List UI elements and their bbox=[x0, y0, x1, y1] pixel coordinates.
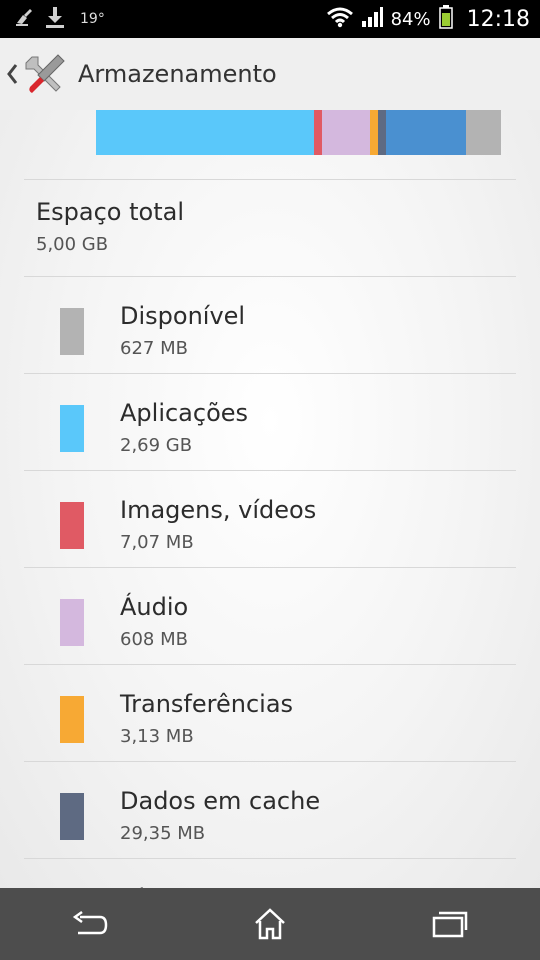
item-name: Áudio bbox=[120, 593, 189, 621]
total-space-label: Espaço total bbox=[36, 198, 184, 226]
usage-segment bbox=[465, 110, 501, 155]
item-name: Dados em cache bbox=[120, 787, 321, 815]
usage-segment bbox=[96, 110, 314, 155]
total-space-value: 5,00 GB bbox=[36, 234, 109, 255]
storage-item-dados-cache[interactable]: Dados em cache 29,35 MB bbox=[0, 762, 540, 858]
item-name: Transferências bbox=[120, 690, 294, 718]
storage-item-imagens-videos[interactable]: Imagens, vídeos 7,07 MB bbox=[0, 471, 540, 567]
color-swatch bbox=[60, 599, 84, 646]
divider bbox=[24, 179, 516, 180]
cleaner-icon bbox=[14, 7, 34, 31]
item-name: Aplicações bbox=[120, 399, 249, 427]
storage-item-diversos[interactable]: Di bbox=[0, 859, 540, 888]
status-left: 19° bbox=[14, 6, 105, 32]
status-bar: 19° 84% 12:18 bbox=[0, 0, 540, 38]
storage-item-audio[interactable]: Áudio 608 MB bbox=[0, 568, 540, 664]
battery-percent: 84% bbox=[390, 8, 431, 30]
usage-segment bbox=[321, 110, 371, 155]
usage-segment bbox=[386, 110, 466, 155]
tools-icon[interactable] bbox=[22, 51, 68, 97]
item-size: 627 MB bbox=[120, 338, 188, 359]
recents-icon[interactable] bbox=[420, 899, 480, 949]
color-swatch bbox=[60, 308, 84, 355]
storage-list[interactable]: Espaço total 5,00 GB Disponível 627 MB A… bbox=[0, 110, 540, 888]
storage-item-disponivel[interactable]: Disponível 627 MB bbox=[0, 277, 540, 373]
storage-usage-bar bbox=[96, 110, 501, 155]
status-right: 84% 12:18 bbox=[326, 4, 530, 34]
total-space-item: Espaço total 5,00 GB bbox=[36, 198, 184, 255]
usage-segment bbox=[378, 110, 387, 155]
page-title: Armazenamento bbox=[78, 60, 277, 88]
download-icon bbox=[44, 5, 66, 33]
clock: 12:18 bbox=[466, 6, 530, 32]
color-swatch bbox=[60, 793, 84, 840]
back-icon[interactable] bbox=[60, 899, 120, 949]
item-size: 7,07 MB bbox=[120, 532, 194, 553]
item-size: 29,35 MB bbox=[120, 823, 206, 844]
item-name: Imagens, vídeos bbox=[120, 496, 317, 524]
battery-icon bbox=[438, 5, 453, 33]
item-size: 3,13 MB bbox=[120, 726, 194, 747]
storage-item-transferencias[interactable]: Transferências 3,13 MB bbox=[0, 665, 540, 761]
usage-segment bbox=[370, 110, 379, 155]
item-size: 2,69 GB bbox=[120, 435, 193, 456]
usage-segment bbox=[313, 110, 322, 155]
signal-icon bbox=[361, 6, 383, 32]
item-name: Disponível bbox=[120, 302, 246, 330]
item-size: 608 MB bbox=[120, 629, 188, 650]
navigation-bar bbox=[0, 888, 540, 960]
temperature-text: 19° bbox=[80, 11, 105, 27]
action-bar: Armazenamento bbox=[0, 38, 540, 110]
wifi-icon bbox=[326, 6, 353, 32]
color-swatch bbox=[60, 405, 84, 452]
color-swatch bbox=[60, 696, 84, 743]
chevron-left-icon[interactable] bbox=[6, 63, 20, 85]
color-swatch bbox=[60, 502, 84, 549]
home-icon[interactable] bbox=[240, 899, 300, 949]
storage-item-aplicacoes[interactable]: Aplicações 2,69 GB bbox=[0, 374, 540, 470]
